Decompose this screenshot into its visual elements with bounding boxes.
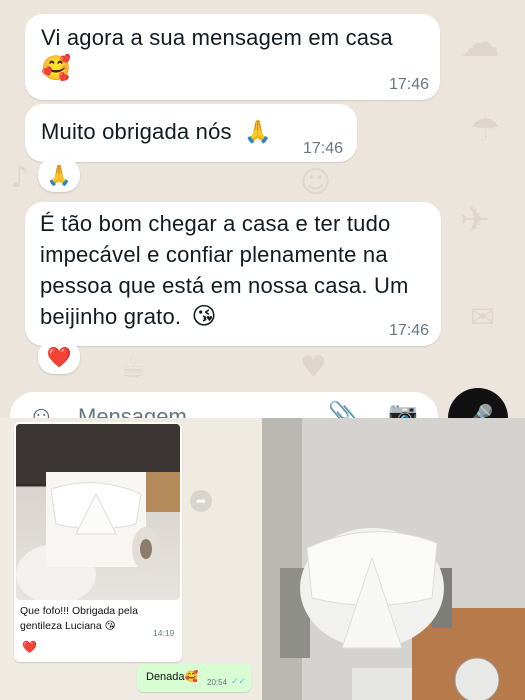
message-timestamp: 17:46 [303,140,344,157]
image-message[interactable]: Que fofo!!! Obrigada pela gentileza Luci… [14,422,182,662]
message-text: Muito obrigada nós [41,119,232,144]
heart-icon: ❤️ [46,346,72,369]
read-ticks-icon: ✓✓ [231,676,247,686]
emoji-smiling-hearts: 🥰 [41,54,72,82]
emoji-smiling-hearts: 🥰 [184,670,199,683]
message-bubble[interactable]: Muito obrigada nós 🙏 17:46 [25,104,357,162]
message-timestamp: 17:46 [389,76,430,93]
emoji-kissing-face: 😘 [104,620,116,632]
message-reaction[interactable]: ❤️ [38,340,80,374]
toilet-paper-holder-photo [262,418,525,700]
forward-icon[interactable]: ➦ [190,490,212,512]
folded-hands-icon: 🙏 [46,163,72,187]
message-bubble[interactable]: É tão bom chegar a casa e ter tudo impec… [25,202,441,346]
message-text: É tão bom chegar a casa e ter tudo impec… [40,211,409,329]
message-reaction[interactable]: 🙏 [38,158,80,192]
message-timestamp: 14:19 [153,628,175,638]
emoji-folded-hands: 🙏 [244,120,272,145]
embedded-chat-screenshot[interactable]: Que fofo!!! Obrigada pela gentileza Luci… [0,418,262,700]
message-text: Vi agora a sua mensagem em casa [41,25,393,50]
heart-icon: ❤️ [22,640,37,654]
image-caption: Que fofo!!! Obrigada pela gentileza Luci… [20,605,138,632]
emoji-kissing-face: 😘 [191,302,217,330]
message-timestamp: 20:54 [207,678,228,687]
toilet-paper-photo [16,424,180,600]
sent-message-bubble[interactable]: Denada🥰 20:54 ✓✓ [137,664,251,692]
message-text: Denada [146,671,185,683]
message-bubble[interactable]: Vi agora a sua mensagem em casa 🥰 17:46 [25,14,440,100]
message-timestamp: 17:46 [389,322,430,339]
